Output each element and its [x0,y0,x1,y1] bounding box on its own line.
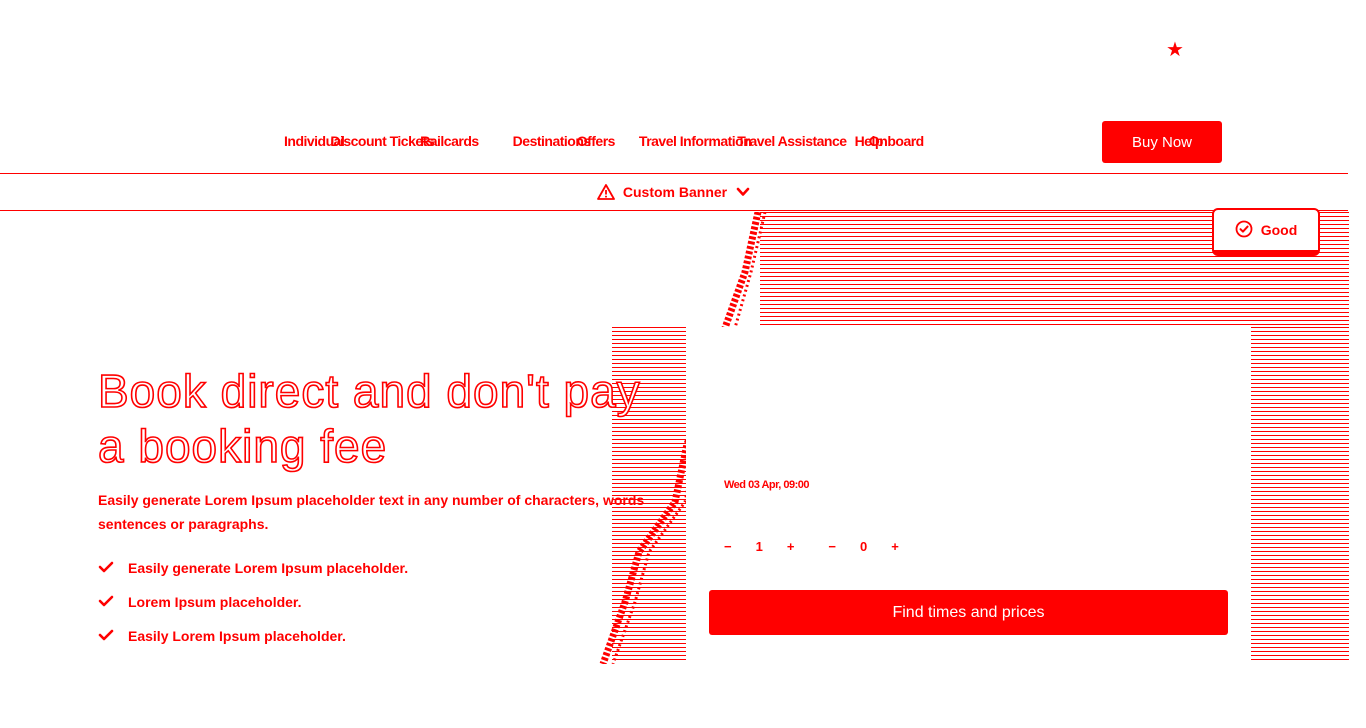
children-decrement-button[interactable]: − [828,539,836,554]
check-icon [98,628,114,644]
chevron-down-icon [735,184,751,200]
children-increment-button[interactable]: + [891,539,899,554]
nav-item-travel-information[interactable]: Travel Information [639,133,752,149]
passenger-steppers: − 1 + − 0 + [724,539,899,554]
list-item-label: Easily generate Lorem Ipsum placeholder. [128,560,409,576]
children-count: 0 [860,539,868,554]
nav-item-discount-tickets[interactable]: Discount Tickets [330,133,434,149]
nav-item-onboard[interactable]: Onboard [869,133,924,149]
list-item: Easily Lorem Ipsum placeholder. [98,619,408,653]
hero-title: Book direct and don't pay a booking fee [97,364,641,473]
nav-item-railcards[interactable]: Railcards [420,133,479,149]
list-item: Lorem Ipsum placeholder. [98,585,408,619]
children-stepper: − 0 + [828,539,898,554]
hero-subtitle: Easily generate Lorem Ipsum placeholder … [98,492,645,532]
nav-group-right: Travel Information Travel Assistance Hel… [639,133,924,149]
warning-icon [596,184,615,200]
nav-group-left: Individual Discount Tickets Railcards [284,133,479,149]
adults-count: 1 [755,539,763,554]
buy-now-button[interactable]: Buy Now [1102,121,1222,163]
benefits-list: Easily generate Lorem Ipsum placeholder.… [98,551,408,653]
check-icon [98,594,114,610]
main-nav: Individual Discount Tickets Railcards De… [284,128,924,154]
status-badge: Good [1212,208,1320,256]
hero-image-side [1251,327,1349,660]
adults-decrement-button[interactable]: − [724,539,732,554]
status-badge-label: Good [1260,222,1298,238]
adults-stepper: − 1 + [724,539,794,554]
nav-item-offers[interactable]: Offers [577,133,616,149]
list-item: Easily generate Lorem Ipsum placeholder. [98,551,408,585]
check-icon [98,560,114,576]
custom-banner[interactable]: Custom Banner [0,173,1348,211]
check-circle-icon [1235,220,1253,241]
nav-group-mid: Destinations Offers [513,133,616,149]
nav-item-travel-assistance[interactable]: Travel Assistance [737,133,847,149]
star-icon[interactable]: ★ [1166,40,1184,60]
find-times-button[interactable]: Find times and prices [709,590,1228,635]
adults-increment-button[interactable]: + [787,539,795,554]
departure-datetime[interactable]: Wed 03 Apr, 09:00 [724,479,810,491]
banner-label: Custom Banner [622,184,728,200]
list-item-label: Easily Lorem Ipsum placeholder. [128,628,346,644]
booking-panel: Wed 03 Apr, 09:00 − 1 + − 0 + Find times… [686,327,1251,667]
list-item-label: Lorem Ipsum placeholder. [128,594,302,610]
